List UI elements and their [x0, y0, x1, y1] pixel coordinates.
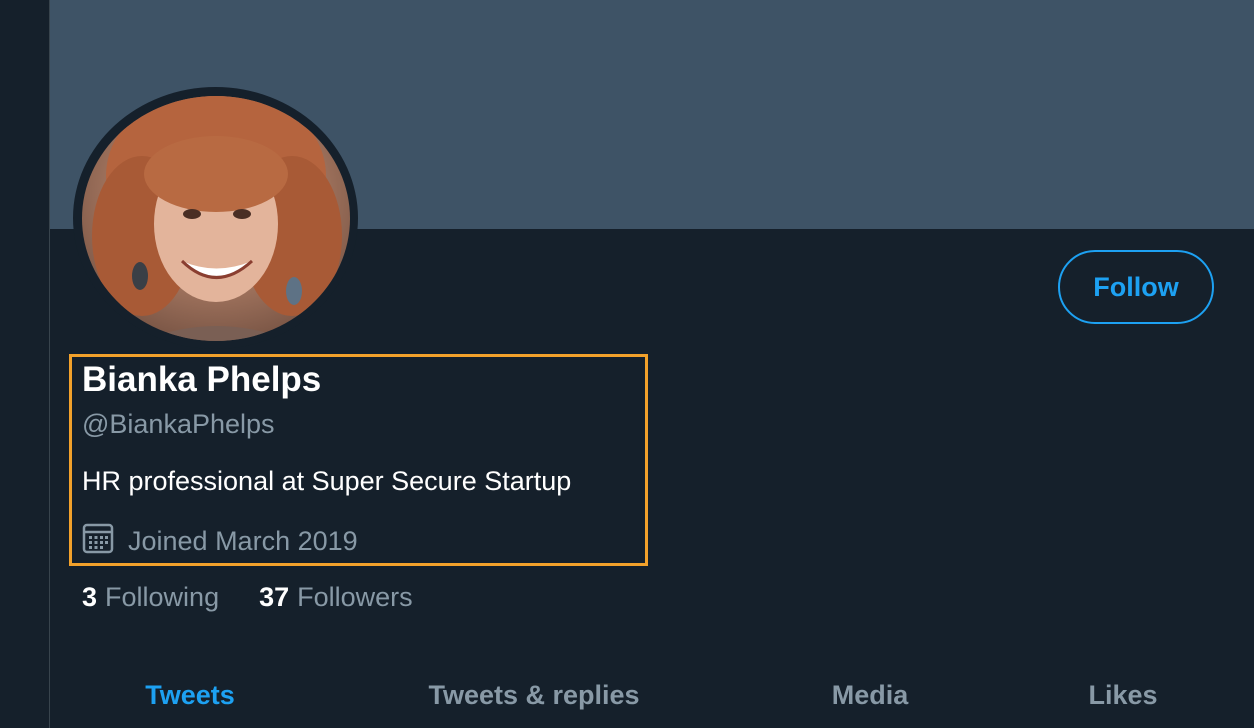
joined-date: Joined March 2019 — [82, 522, 358, 560]
follow-button[interactable]: Follow — [1058, 250, 1214, 324]
avatar-photo — [81, 95, 350, 341]
calendar-icon — [82, 522, 114, 561]
profile-bio: HR professional at Super Secure Startup — [82, 466, 572, 496]
following-label: Following — [105, 582, 220, 612]
left-gutter — [0, 0, 49, 728]
tab-likes[interactable]: Likes — [1088, 680, 1157, 711]
tab-media[interactable]: Media — [832, 680, 909, 711]
tab-tweets[interactable]: Tweets — [145, 680, 235, 711]
followers-link[interactable]: 37 Followers — [259, 582, 413, 613]
username-handle: @BiankaPhelps — [82, 409, 275, 439]
joined-date-text: Joined March 2019 — [128, 525, 358, 556]
profile-tabs: Tweets Tweets & replies Media Likes — [50, 660, 1254, 728]
followers-count: 37 — [259, 582, 290, 612]
tab-tweets-replies[interactable]: Tweets & replies — [428, 680, 639, 711]
following-count: 3 — [82, 582, 98, 612]
follow-stats: 3 Following 37 Followers — [82, 582, 413, 613]
avatar[interactable] — [73, 87, 358, 349]
followers-label: Followers — [297, 582, 413, 612]
following-link[interactable]: 3 Following — [82, 582, 219, 613]
display-name: Bianka Phelps — [82, 360, 322, 399]
profile-page: Follow Bianka Phelps @BiankaPhelps HR pr… — [0, 0, 1254, 728]
